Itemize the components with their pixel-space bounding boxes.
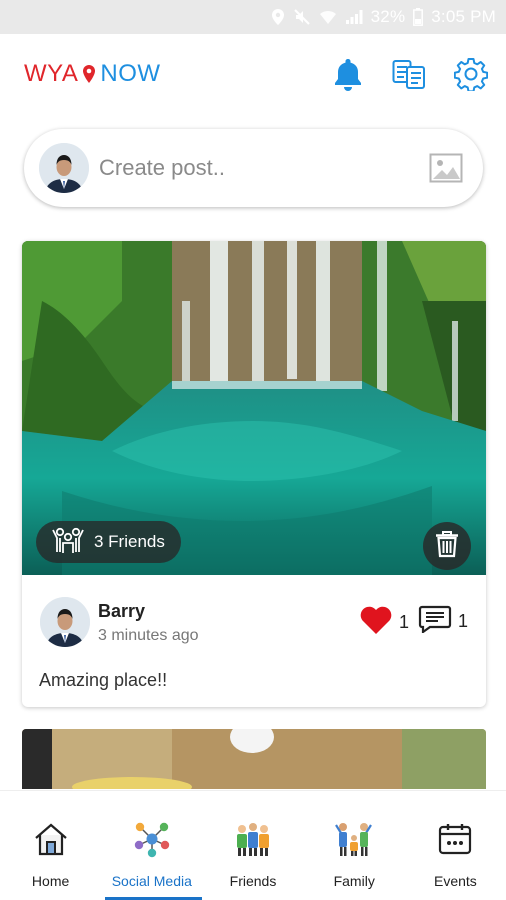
- create-post-input[interactable]: Create post..: [99, 155, 225, 181]
- group-icon: [50, 525, 86, 560]
- avatar[interactable]: [40, 597, 90, 647]
- logo-text-right: NOW: [100, 60, 161, 87]
- like-count: 1: [399, 612, 410, 632]
- nav-item-family[interactable]: Family: [304, 791, 405, 900]
- family-icon: [334, 821, 374, 857]
- friends-tag[interactable]: 3 Friends: [36, 521, 181, 563]
- comment-count: 1: [458, 611, 469, 631]
- nav-label-friends: Friends: [229, 873, 277, 889]
- next-post-photo[interactable]: [22, 729, 486, 789]
- logo-text-left: WYA: [24, 60, 79, 87]
- image-icon[interactable]: [429, 153, 463, 183]
- post-time: 3 minutes ago: [98, 627, 199, 644]
- nav-item-friends[interactable]: Friends: [202, 791, 303, 900]
- friends-icon: [233, 821, 273, 857]
- trash-icon: [435, 530, 459, 563]
- social-network-icon: [133, 821, 171, 858]
- nav-label-events: Events: [434, 873, 477, 889]
- battery-icon: [413, 8, 424, 26]
- avatar: [39, 143, 89, 193]
- location-pin-icon: [82, 64, 96, 84]
- nav-item-events[interactable]: Events: [405, 791, 506, 900]
- comment-button[interactable]: 1: [418, 605, 468, 638]
- nav-label-family: Family: [333, 873, 375, 889]
- app-screen: 32% 3:05 PM WYA NOW Create post.. 3 Frie…: [0, 0, 506, 900]
- like-button[interactable]: 1: [359, 605, 409, 640]
- heart-icon: [359, 605, 393, 640]
- post-meta: Barry 3 minutes ago 1 1 Amazing place!!: [22, 575, 486, 707]
- create-post-bar[interactable]: Create post..: [24, 129, 483, 207]
- app-header: WYA NOW: [0, 34, 506, 114]
- comment-icon: [418, 605, 452, 638]
- battery-percent: 32%: [370, 7, 406, 26]
- nav-label-home: Home: [31, 873, 70, 889]
- delete-post-button[interactable]: [423, 522, 471, 570]
- bottom-navigation: Home Social Media Friends Family Events: [0, 790, 506, 900]
- nav-item-home[interactable]: Home: [0, 791, 101, 900]
- status-time: 3:05 PM: [431, 7, 496, 26]
- wifi-icon: [319, 9, 337, 25]
- post-author[interactable]: Barry: [98, 601, 145, 622]
- calendar-icon: [438, 821, 472, 857]
- nav-label-social-media: Social Media: [111, 873, 192, 889]
- translate-icon[interactable]: [392, 59, 426, 89]
- location-icon: [271, 8, 285, 26]
- gear-icon[interactable]: [454, 57, 488, 91]
- app-logo: WYA NOW: [24, 60, 161, 88]
- mute-icon: [293, 8, 311, 26]
- friends-tag-label: 3 Friends: [94, 532, 165, 551]
- post-card: 3 Friends Barry 3 minutes ago 1 1 Amazin…: [22, 241, 486, 707]
- bell-icon[interactable]: [332, 57, 364, 91]
- post-caption: Amazing place!!: [39, 670, 168, 690]
- nav-item-social-media[interactable]: Social Media: [101, 791, 203, 900]
- home-icon: [33, 821, 69, 857]
- status-bar: 32% 3:05 PM: [0, 0, 506, 34]
- signal-icon: [345, 9, 363, 25]
